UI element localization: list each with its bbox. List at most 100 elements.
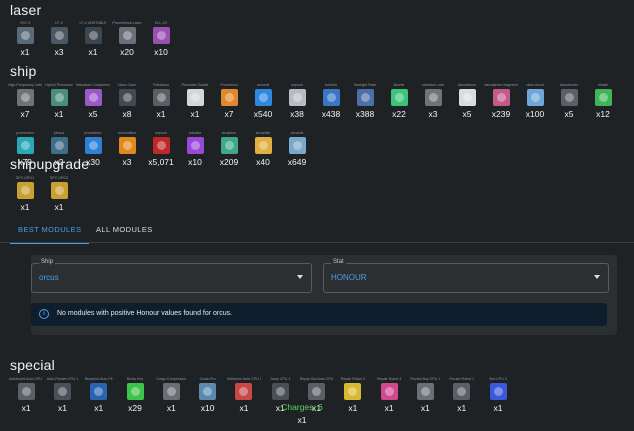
ship-item[interactable]: Prismatic Socket x1	[178, 82, 212, 130]
item-icon	[288, 137, 306, 154]
item-quantity: x5	[564, 109, 574, 119]
stat-select[interactable]: Stat HONOUR	[323, 259, 609, 293]
special-item[interactable]: Repair Robot 3 x1	[335, 376, 371, 424]
ship-item[interactable]: High Frequency Cable x7	[8, 82, 42, 130]
ship-item[interactable]: xdracite x10	[178, 130, 212, 178]
item-icon	[356, 89, 374, 106]
stat-select-label: Stat	[331, 259, 346, 265]
alert-message: No modules with positive Honour values f…	[57, 310, 233, 317]
ship-item[interactable]: Prometium x7	[212, 82, 246, 130]
item-quantity: x3	[122, 157, 132, 167]
item-name: cadmium core	[421, 83, 445, 87]
item-quantity: x40	[256, 157, 270, 167]
ship-item[interactable]: Nano Case x8	[110, 82, 144, 130]
item-icon	[199, 383, 217, 400]
ship-item[interactable]: cadmium core x3	[416, 82, 450, 130]
special-item[interactable]: Rocket Robot 1 x1	[444, 376, 480, 424]
item-icon	[220, 89, 238, 106]
item-quantity: x1	[88, 47, 98, 57]
item-icon	[162, 383, 180, 400]
item-name: Prismatic Socket	[181, 83, 209, 87]
laser-item[interactable]: HST-3 x1	[8, 20, 42, 68]
item-quantity: x12	[596, 109, 610, 119]
item-quantity: x1	[20, 47, 30, 57]
item-icon	[50, 89, 68, 106]
ship-item[interactable]: seraphite x40	[246, 130, 280, 178]
item-icon	[118, 89, 136, 106]
ship-item[interactable]: seprom x38	[280, 82, 314, 130]
ship-item[interactable]: Starlight Flare x388	[348, 82, 382, 130]
special-item[interactable]: Hellstorm Auto CPU 1 x1	[226, 376, 262, 424]
item-quantity: x540	[253, 109, 273, 119]
item-icon	[16, 27, 34, 44]
item-quantity: x209	[219, 157, 239, 167]
item-name: Repair Bot Auto CPU	[299, 377, 334, 381]
item-icon	[84, 27, 102, 44]
ship-items-grid: High Frequency Cable x7 Hybrid Processor x1…	[8, 82, 634, 178]
ship-item[interactable]: xenomit x540	[246, 82, 280, 130]
special-item[interactable]: Advanced Auto CPU 1 x1	[8, 376, 44, 424]
item-icon	[84, 89, 102, 106]
tab-best-modules[interactable]: BEST MODULES	[10, 220, 90, 244]
item-quantity: x438	[321, 109, 341, 119]
ship-item[interactable]: seprom x5,071	[144, 130, 178, 178]
item-quantity: x100	[525, 109, 545, 119]
item-icon	[118, 137, 136, 154]
item-icon	[53, 383, 71, 400]
special-item[interactable]: Auto-Rocket CPU 1 x1	[44, 376, 80, 424]
ship-item[interactable]: darmatrium fragment x239	[484, 82, 518, 130]
item-quantity: x1	[493, 403, 503, 413]
special-item[interactable]: Booty Key x29	[117, 376, 153, 424]
item-name: Blueprint Auto-Fit	[84, 377, 113, 381]
charges-quantity: x1	[297, 415, 307, 425]
special-item[interactable]: Rocket Buy CPU 1 x1	[407, 376, 443, 424]
item-icon	[152, 137, 170, 154]
laser-item[interactable]: Prometheus Laser x20	[110, 20, 144, 68]
special-item[interactable]: Repair Robot 4 x1	[371, 376, 407, 424]
ship-select[interactable]: Ship orcus	[31, 259, 312, 293]
item-icon	[50, 137, 68, 154]
ship-item[interactable]: Palladium x1	[144, 82, 178, 130]
special-item[interactable]: Slot CPU 3 x1	[480, 376, 516, 424]
ship-item[interactable]: ultra circuit x100	[518, 82, 552, 130]
laser-item[interactable]: ELL-X3 x10	[144, 20, 178, 68]
item-name: ammunition	[117, 131, 137, 135]
item-icon	[16, 89, 34, 106]
ship-item[interactable]: Nanotech Components x5	[76, 82, 110, 130]
item-icon	[288, 89, 306, 106]
ship-item[interactable]: Hybrid Processor x1	[42, 82, 76, 130]
laser-item[interactable]: LF-3 x3	[42, 20, 76, 68]
item-name: ELL-X3	[155, 21, 167, 25]
item-icon	[220, 137, 238, 154]
ship-item[interactable]: boltrum x438	[314, 82, 348, 130]
ship-item[interactable]: xenomit x649	[280, 130, 314, 178]
item-icon	[152, 89, 170, 106]
tab-all-modules[interactable]: ALL MODULES	[92, 220, 157, 242]
item-quantity: x20	[120, 47, 134, 57]
ship-item[interactable]: transformer x5	[552, 82, 586, 130]
ship-item[interactable]: fluorite x22	[382, 82, 416, 130]
shipupgrade-item[interactable]: SPC UPG1 x1	[8, 175, 42, 223]
ship-item[interactable]: scrapium x209	[212, 130, 246, 178]
item-name: HST-3	[19, 21, 31, 25]
item-quantity: x1	[156, 109, 166, 119]
item-name: xdracite	[188, 131, 202, 135]
special-item[interactable]: Cargo Compressor x1	[153, 376, 189, 424]
special-item[interactable]: Blueprint Auto-Fit x1	[81, 376, 117, 424]
laser-item[interactable]: LF-4 UNSTABLE x1	[76, 20, 110, 68]
special-item[interactable]: Cloak-Pro x10	[189, 376, 225, 424]
item-quantity: x1	[57, 403, 67, 413]
ship-item[interactable]: darmatrium x5	[450, 82, 484, 130]
stat-select-chevron-down-icon[interactable]	[594, 275, 600, 279]
item-icon	[16, 182, 34, 199]
ship-item[interactable]: hitrate x12	[586, 82, 620, 130]
shipupgrade-items-grid: SPC UPG1 x1 SPC UPG2 x1	[8, 175, 88, 223]
item-quantity: x1	[190, 109, 200, 119]
item-quantity: x1	[166, 403, 176, 413]
item-name: Prometium	[220, 83, 238, 87]
ship-item[interactable]: ammunition x3	[110, 130, 144, 178]
item-icon	[560, 89, 578, 106]
ship-select-chevron-down-icon[interactable]	[297, 275, 303, 279]
shipupgrade-item[interactable]: SPC UPG2 x1	[42, 175, 76, 223]
item-quantity: x3	[428, 109, 438, 119]
